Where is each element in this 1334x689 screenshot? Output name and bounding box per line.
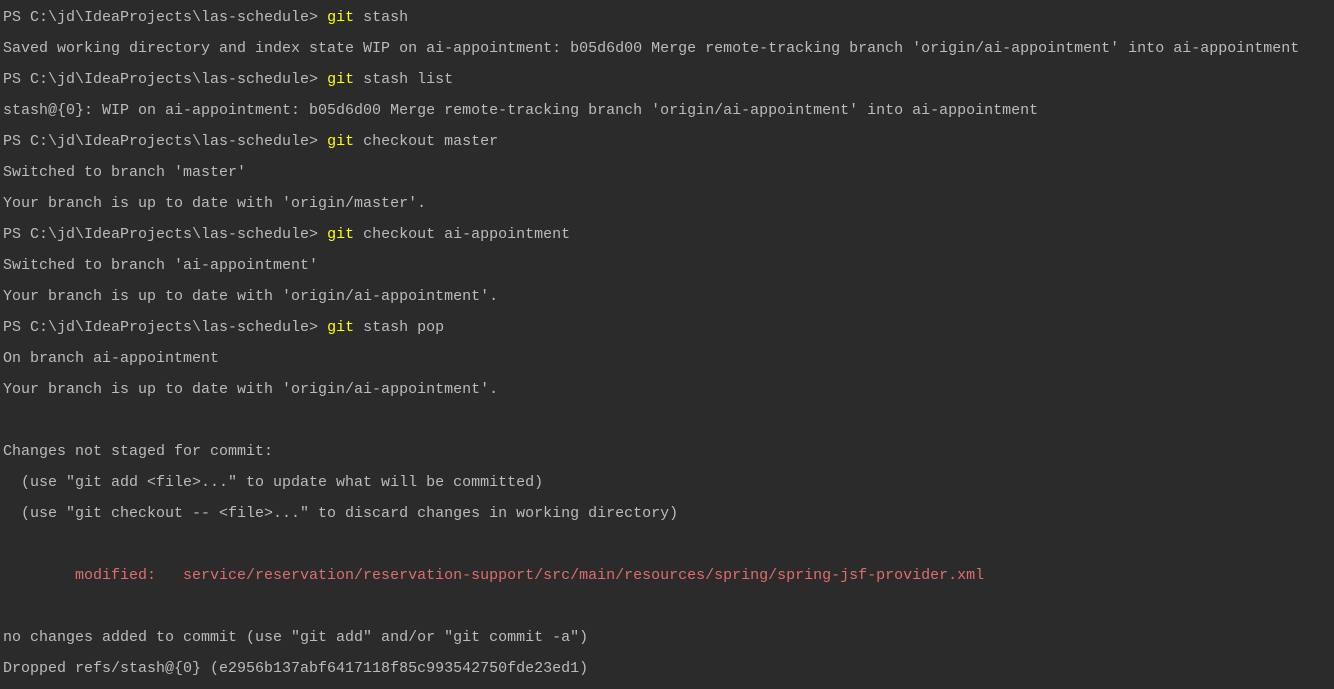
command-line: PS C:\jd\IdeaProjects\las-schedule> git … xyxy=(3,64,1334,95)
prompt: PS C:\jd\IdeaProjects\las-schedule> xyxy=(3,319,328,336)
prompt: PS C:\jd\IdeaProjects\las-schedule> xyxy=(3,226,328,243)
output-line: no changes added to commit (use "git add… xyxy=(3,629,589,646)
modified-file-line: modified: service/reservation/reservatio… xyxy=(3,560,1334,591)
command-line: PS C:\jd\IdeaProjects\las-schedule> git … xyxy=(3,2,1334,33)
command-args: stash pop xyxy=(354,319,445,336)
command-keyword: git xyxy=(327,319,355,336)
output-line: Changes not staged for commit: xyxy=(3,443,274,460)
output-line: (use "git checkout -- <file>..." to disc… xyxy=(3,505,679,522)
command-args: checkout ai-appointment xyxy=(354,226,571,243)
output-line: Dropped refs/stash@{0} (e2956b137abf6417… xyxy=(3,660,589,677)
command-args: stash list xyxy=(354,71,454,88)
prompt: PS C:\jd\IdeaProjects\las-schedule> xyxy=(3,133,328,150)
terminal-window[interactable]: PS C:\jd\IdeaProjects\las-schedule> git … xyxy=(0,0,1334,689)
output-line: stash@{0}: WIP on ai-appointment: b05d6d… xyxy=(3,102,1039,119)
command-keyword: git xyxy=(327,226,355,243)
command-keyword: git xyxy=(327,133,355,150)
modified-file-text: modified: service/reservation/reservatio… xyxy=(3,567,985,584)
command-args: checkout master xyxy=(354,133,499,150)
prompt: PS C:\jd\IdeaProjects\las-schedule> xyxy=(3,9,328,26)
output-line: Your branch is up to date with 'origin/m… xyxy=(3,195,427,212)
output-line: On branch ai-appointment xyxy=(3,350,220,367)
command-line: PS C:\jd\IdeaProjects\las-schedule> git … xyxy=(3,219,1334,250)
command-keyword: git xyxy=(327,9,355,26)
output-line: Switched to branch 'ai-appointment' xyxy=(3,257,319,274)
command-line: PS C:\jd\IdeaProjects\las-schedule> git … xyxy=(3,126,1334,157)
output-line: Switched to branch 'master' xyxy=(3,164,247,181)
output-line: Saved working directory and index state … xyxy=(3,40,1300,57)
output-line: Your branch is up to date with 'origin/a… xyxy=(3,381,499,398)
output-line: Your branch is up to date with 'origin/a… xyxy=(3,288,499,305)
output-line: (use "git add <file>..." to update what … xyxy=(3,474,544,491)
prompt: PS C:\jd\IdeaProjects\las-schedule> xyxy=(3,71,328,88)
command-args: stash xyxy=(354,9,409,26)
command-keyword: git xyxy=(327,71,355,88)
command-line: PS C:\jd\IdeaProjects\las-schedule> git … xyxy=(3,312,1334,343)
